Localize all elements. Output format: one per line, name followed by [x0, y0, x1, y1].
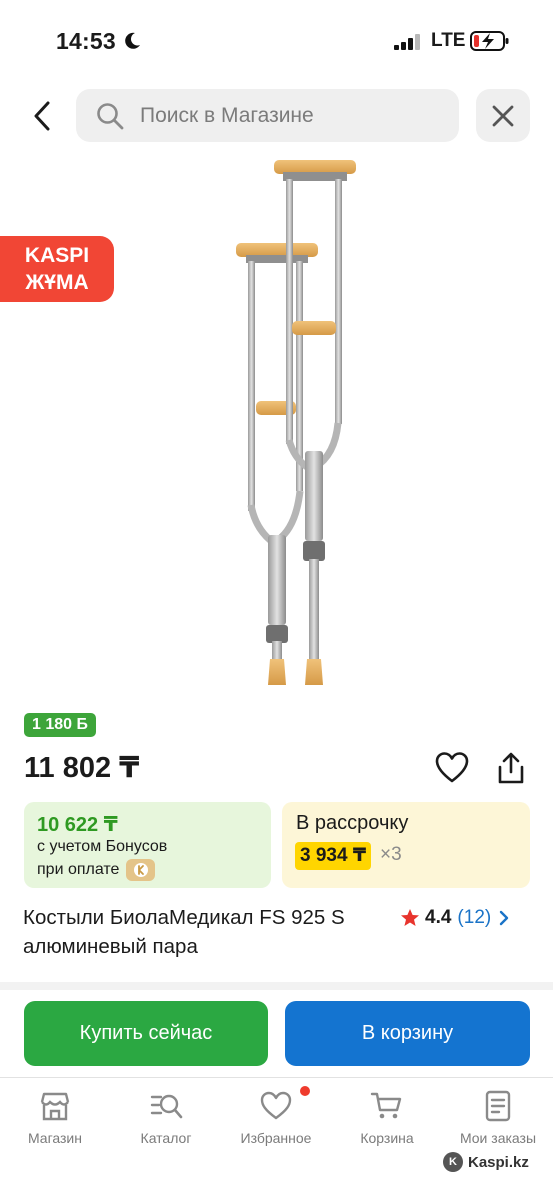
rating-value: 4.4: [425, 906, 452, 928]
bonus-price: 10 622 ₸: [37, 814, 118, 836]
promo-badge-line2: ЖҰМА: [25, 271, 89, 294]
tab-catalog[interactable]: Каталог: [111, 1090, 221, 1146]
bottom-tab-bar: Магазин Каталог Избранное Корзина Мои за…: [0, 1077, 553, 1200]
tab-catalog-label: Каталог: [140, 1130, 192, 1146]
watermark-text: Kaspi.kz: [468, 1153, 529, 1171]
installment-price: 3 934 ₸: [295, 842, 372, 870]
battery-charging-icon: [470, 31, 509, 51]
search-icon: [97, 103, 124, 130]
search-row: [0, 88, 553, 144]
reviews-count-link[interactable]: (12): [457, 907, 491, 929]
kaspi-logo-icon: K: [443, 1152, 463, 1172]
heart-icon: [260, 1091, 292, 1120]
share-icon: [498, 752, 524, 784]
tab-favorites[interactable]: Избранное: [221, 1090, 331, 1146]
bonus-caption-line1: с учетом Бонусов: [37, 838, 168, 855]
product-title: Костыли БиолаМедикал FS 925 S алюминевый…: [23, 906, 345, 958]
bonus-caption-line2: при оплате: [37, 861, 120, 878]
back-button[interactable]: [22, 94, 62, 138]
bonus-price-card[interactable]: 10 622 ₸ с учетом Бонусов при оплате: [24, 802, 271, 888]
product-price: 11 802 ₸: [24, 752, 140, 784]
close-button[interactable]: [476, 89, 530, 142]
crutch-right: [274, 160, 356, 685]
heart-outline-icon: [435, 752, 469, 783]
favorites-notification-dot: [300, 1086, 310, 1096]
installment-multiplier: ×3: [380, 844, 402, 865]
share-button[interactable]: [494, 750, 528, 791]
tab-store-label: Магазин: [27, 1130, 82, 1146]
store-icon: [40, 1092, 70, 1121]
tab-cart[interactable]: Корзина: [332, 1090, 442, 1146]
add-to-cart-button[interactable]: В корзину: [285, 1001, 530, 1066]
network-label: LTE: [431, 30, 466, 51]
tab-orders[interactable]: Мои заказы: [443, 1090, 553, 1146]
signal-icon: [394, 34, 420, 50]
kaspi-juma-promo-badge: KASPI ЖҰМА: [0, 236, 114, 302]
product-image-crutches[interactable]: [150, 155, 410, 700]
installment-card[interactable]: В рассрочку 3 934 ₸ ×3: [282, 802, 530, 888]
close-icon: [492, 105, 514, 126]
kaspi-bonus-icon: [126, 859, 155, 881]
orders-icon: [485, 1090, 511, 1122]
moon-icon: [125, 32, 140, 49]
installment-label: В рассрочку: [296, 812, 409, 834]
tab-favorites-label: Избранное: [240, 1130, 312, 1146]
chevron-right-icon: [500, 910, 509, 925]
section-divider: [0, 982, 553, 990]
star-icon: [401, 908, 419, 926]
kaspi-watermark: K Kaspi.kz: [443, 1152, 529, 1172]
status-bar: 14:53 LTE: [0, 0, 553, 80]
search-box[interactable]: [76, 89, 459, 142]
promo-badge-line1: KASPI: [24, 244, 90, 267]
tab-orders-label: Мои заказы: [459, 1130, 537, 1146]
cart-icon: [370, 1092, 402, 1119]
tab-store[interactable]: Магазин: [0, 1090, 110, 1146]
product-rating[interactable]: 4.4 (12): [400, 903, 509, 932]
catalog-icon: [150, 1094, 183, 1119]
search-input[interactable]: [140, 89, 440, 142]
tab-cart-label: Корзина: [360, 1130, 414, 1146]
add-to-favorites-button[interactable]: [434, 750, 470, 791]
chevron-left-icon: [34, 101, 50, 131]
buy-now-button[interactable]: Купить сейчас: [24, 1001, 268, 1066]
bonus-amount-badge: 1 180 Ƃ: [24, 713, 96, 737]
status-time: 14:53: [56, 28, 116, 54]
